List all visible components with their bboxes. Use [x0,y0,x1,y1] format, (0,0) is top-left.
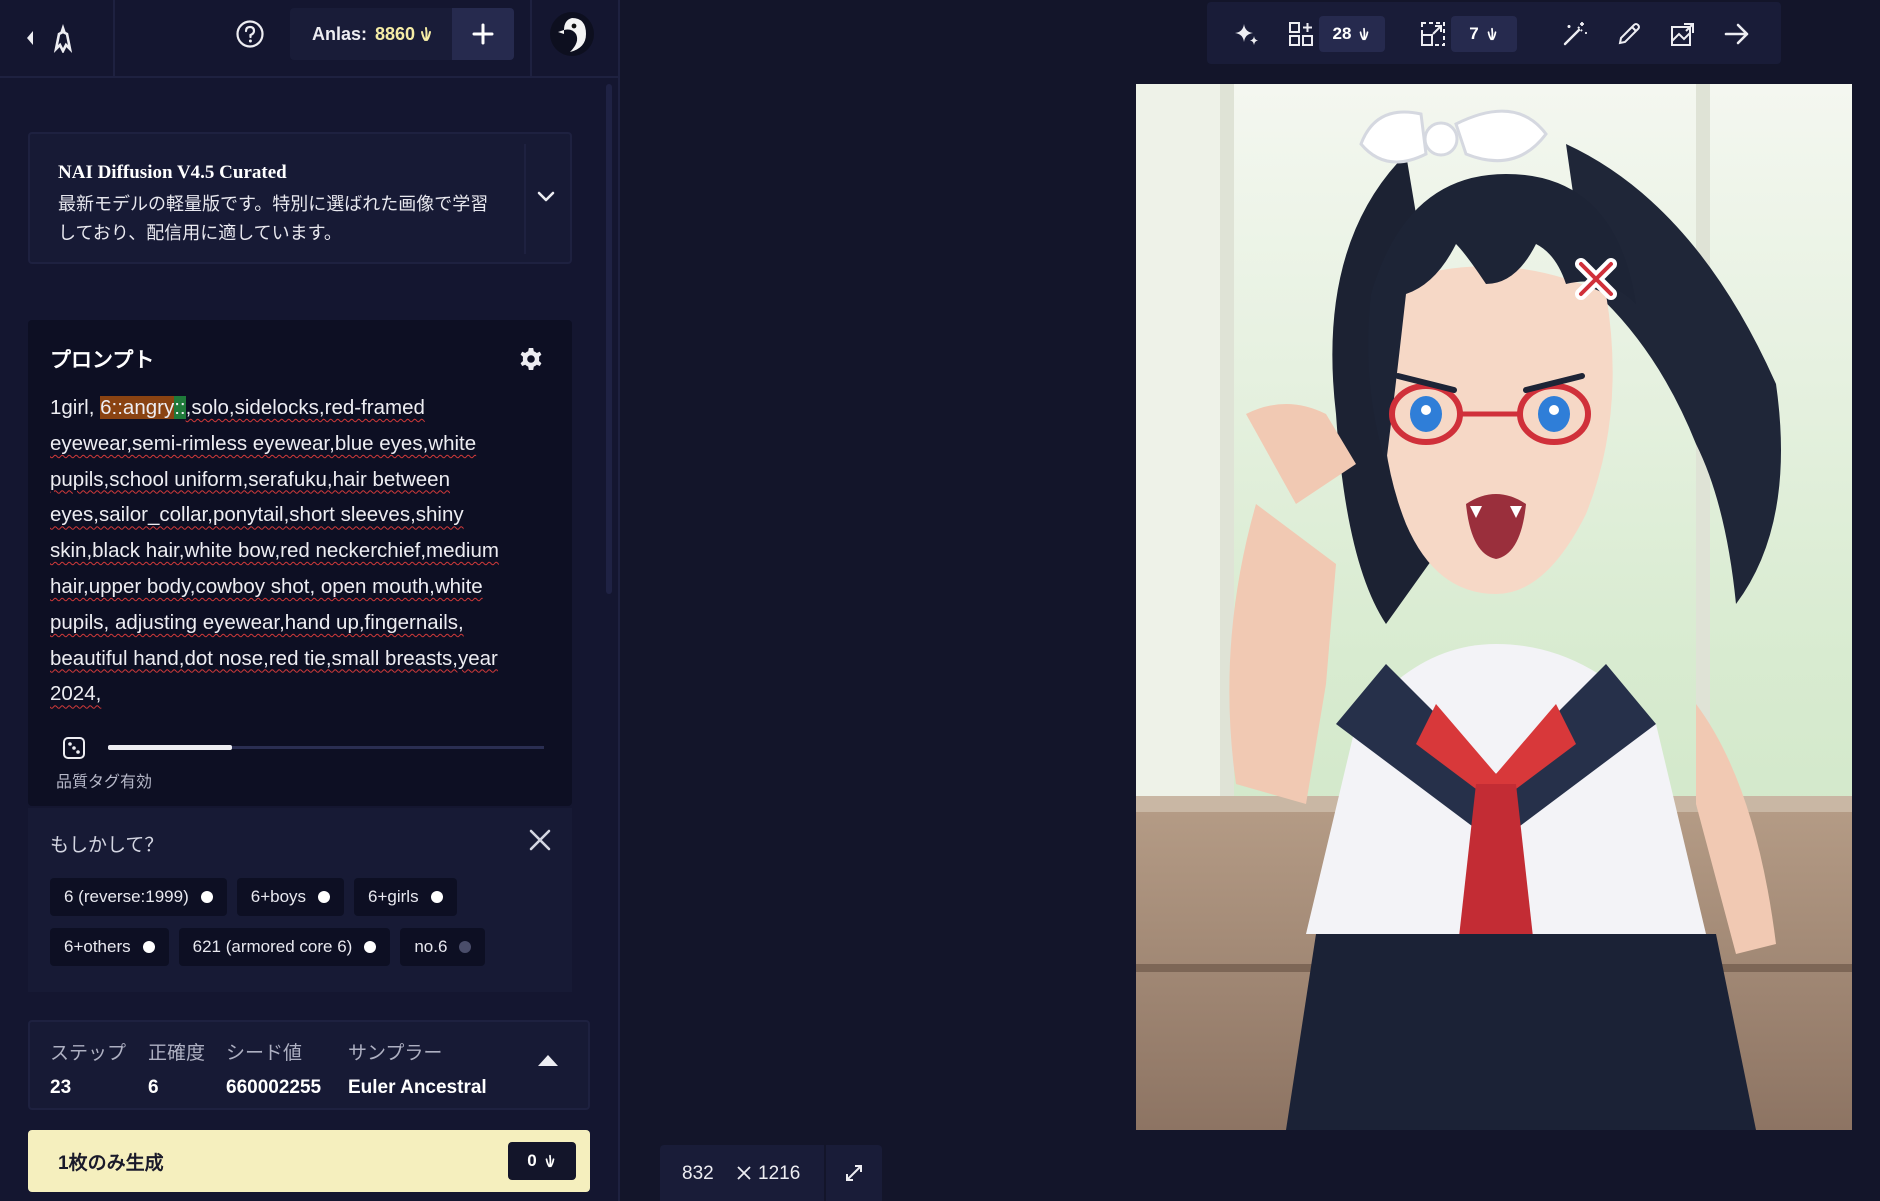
seed-label: シード値 [226,1043,303,1064]
suggestion-chip-label: 6+girls [368,887,419,906]
suggestion-frequency-dot [430,891,443,903]
pencil-icon[interactable] [1615,20,1643,48]
chevron-down-icon[interactable] [536,190,556,204]
variations-cost-value: 28 [1332,24,1352,43]
times-icon [737,1166,751,1180]
arrow-right-icon[interactable] [1723,20,1751,48]
anime-girl-illustration [1136,84,1852,1130]
variations-cost: 28 [1319,16,1385,52]
penguin-avatar-icon [558,18,586,52]
sampler-value: Euler Ancestral [348,1077,487,1098]
image-toolbar: 28 7 [1207,2,1781,64]
topbar-divider [530,0,532,78]
image-height: 1216 [758,1163,801,1184]
generated-image[interactable] [1136,84,1852,1130]
suggestion-chip[interactable]: no.6 [400,928,486,966]
generate-cost-value: 0 [527,1151,537,1170]
suggestion-chip-label: 621 (armored core 6) [192,937,353,956]
suggestion-chip-label: 6+others [64,937,131,956]
model-selector-divider [524,144,526,254]
prompt-bracket-highlight: :: [174,396,186,419]
generate-cost: 0 [508,1142,576,1180]
dice-icon[interactable] [62,736,86,760]
model-description: 最新モデルの軽量版です。特別に選ばれた画像で学習しており、配信用に適しています。 [58,194,489,243]
suggestion-chip[interactable]: 6 (reverse:1999) [50,878,227,916]
sampler-label: サンプラー [348,1043,443,1064]
anlas-icon [1360,27,1369,41]
upscale-cost-value: 7 [1469,24,1479,43]
anlas-icon [421,27,432,41]
model-name: NAI Diffusion V4.5 Curated [58,162,287,183]
prompt-strength-fill [108,745,232,750]
steps-label: ステップ [50,1043,127,1064]
sidebar-topbar: Anlas: 8860 [0,0,620,78]
guidance-value: 6 [148,1077,159,1098]
suggestions-panel: もしかして？ 6 (reverse:1999) 6+boys 6+girls 6+ot… [28,808,572,992]
suggestion-frequency-dot [364,941,377,953]
upscale-cost: 7 [1451,16,1517,52]
variations-grid-icon[interactable] [1287,20,1315,48]
prompt-segment: 1girl, [50,396,101,419]
chevron-left-icon [27,31,33,45]
image-width: 832 [682,1163,714,1184]
magic-wand-icon[interactable] [1561,20,1589,48]
user-avatar[interactable] [550,12,594,56]
topbar-divider [113,0,115,78]
guidance-label: 正確度 [148,1043,206,1064]
expand-icon [846,1165,862,1181]
suggestion-chip[interactable]: 621 (armored core 6) [178,928,391,966]
sparkle-icon[interactable] [1233,20,1261,48]
prompt-panel: プロンプト 1girl, 6::angry::,solo,sidelocks,r… [28,320,572,806]
prompt-title: プロンプト [50,349,155,372]
upscale-icon[interactable] [1419,20,1447,48]
seed-value: 660002255 [226,1077,322,1098]
suggestion-chip[interactable]: 6+others [50,928,169,966]
generate-label: 1枚のみ生成 [58,1153,164,1174]
anlas-balance: Anlas: 8860 [290,8,514,60]
buy-anlas-button[interactable] [452,8,514,60]
sampler-setting: サンプラー Euler Ancestral [348,1038,487,1099]
anlas-icon [545,1154,555,1168]
suggestion-frequency-dot [318,891,331,903]
anlas-value: 8860 [375,23,416,44]
sidebar-scrollbar[interactable] [606,84,612,594]
suggestion-chips: 6 (reverse:1999) 6+boys 6+girls 6+others 621… [50,878,560,966]
caret-up-icon[interactable] [536,1052,560,1068]
image-dimensions: 832 1216 [660,1145,882,1201]
guidance-setting: 正確度 6 [148,1038,205,1099]
steps-setting: ステップ 23 [50,1038,126,1099]
prompt-input[interactable]: 1girl, 6::angry::,solo,sidelocks,red-fra… [50,390,530,712]
prompt-weight-highlight: 6::angry [100,396,175,419]
suggestion-frequency-dot [200,891,213,903]
generate-button[interactable]: 1枚のみ生成 0 [28,1130,590,1192]
quality-tag-label: 品質タグ有効 [56,774,153,791]
plus-icon [472,23,494,45]
suggestion-chip-label: no.6 [414,937,448,956]
suggestion-chip[interactable]: 6+boys [236,878,345,916]
suggestion-chip-label: 6 (reverse:1999) [64,887,189,906]
anlas-icon [1487,27,1497,41]
anlas-label: Anlas: [312,23,368,44]
help-icon[interactable] [234,18,266,50]
prompt-segment: ,solo,sidelocks,red-framed eyewear,semi-… [50,396,499,706]
image-edit-icon[interactable] [1669,20,1697,48]
suggestion-chip[interactable]: 6+girls [354,878,457,916]
suggestion-frequency-dot [459,941,472,953]
seed-setting: シード値 660002255 [226,1038,321,1099]
model-selector[interactable]: NAI Diffusion V4.5 Curated 最新モデルの軽量版です。特… [28,132,572,264]
suggestion-frequency-dot [142,941,155,953]
suggestion-chip-label: 6+boys [250,887,307,906]
home-button[interactable] [24,18,124,58]
suggestions-title: もしかして？ [50,835,164,856]
expand-button[interactable] [824,1145,882,1201]
steps-value: 23 [50,1077,72,1098]
gear-icon[interactable] [518,346,544,372]
close-icon[interactable] [526,826,554,854]
generation-settings[interactable]: ステップ 23 正確度 6 シード値 660002255 サンプラー Euler… [28,1020,590,1110]
novelai-logo-icon [53,24,73,53]
sidebar: Anlas: 8860 NAI Diffusion V4.5 Curated 最… [0,0,620,1201]
